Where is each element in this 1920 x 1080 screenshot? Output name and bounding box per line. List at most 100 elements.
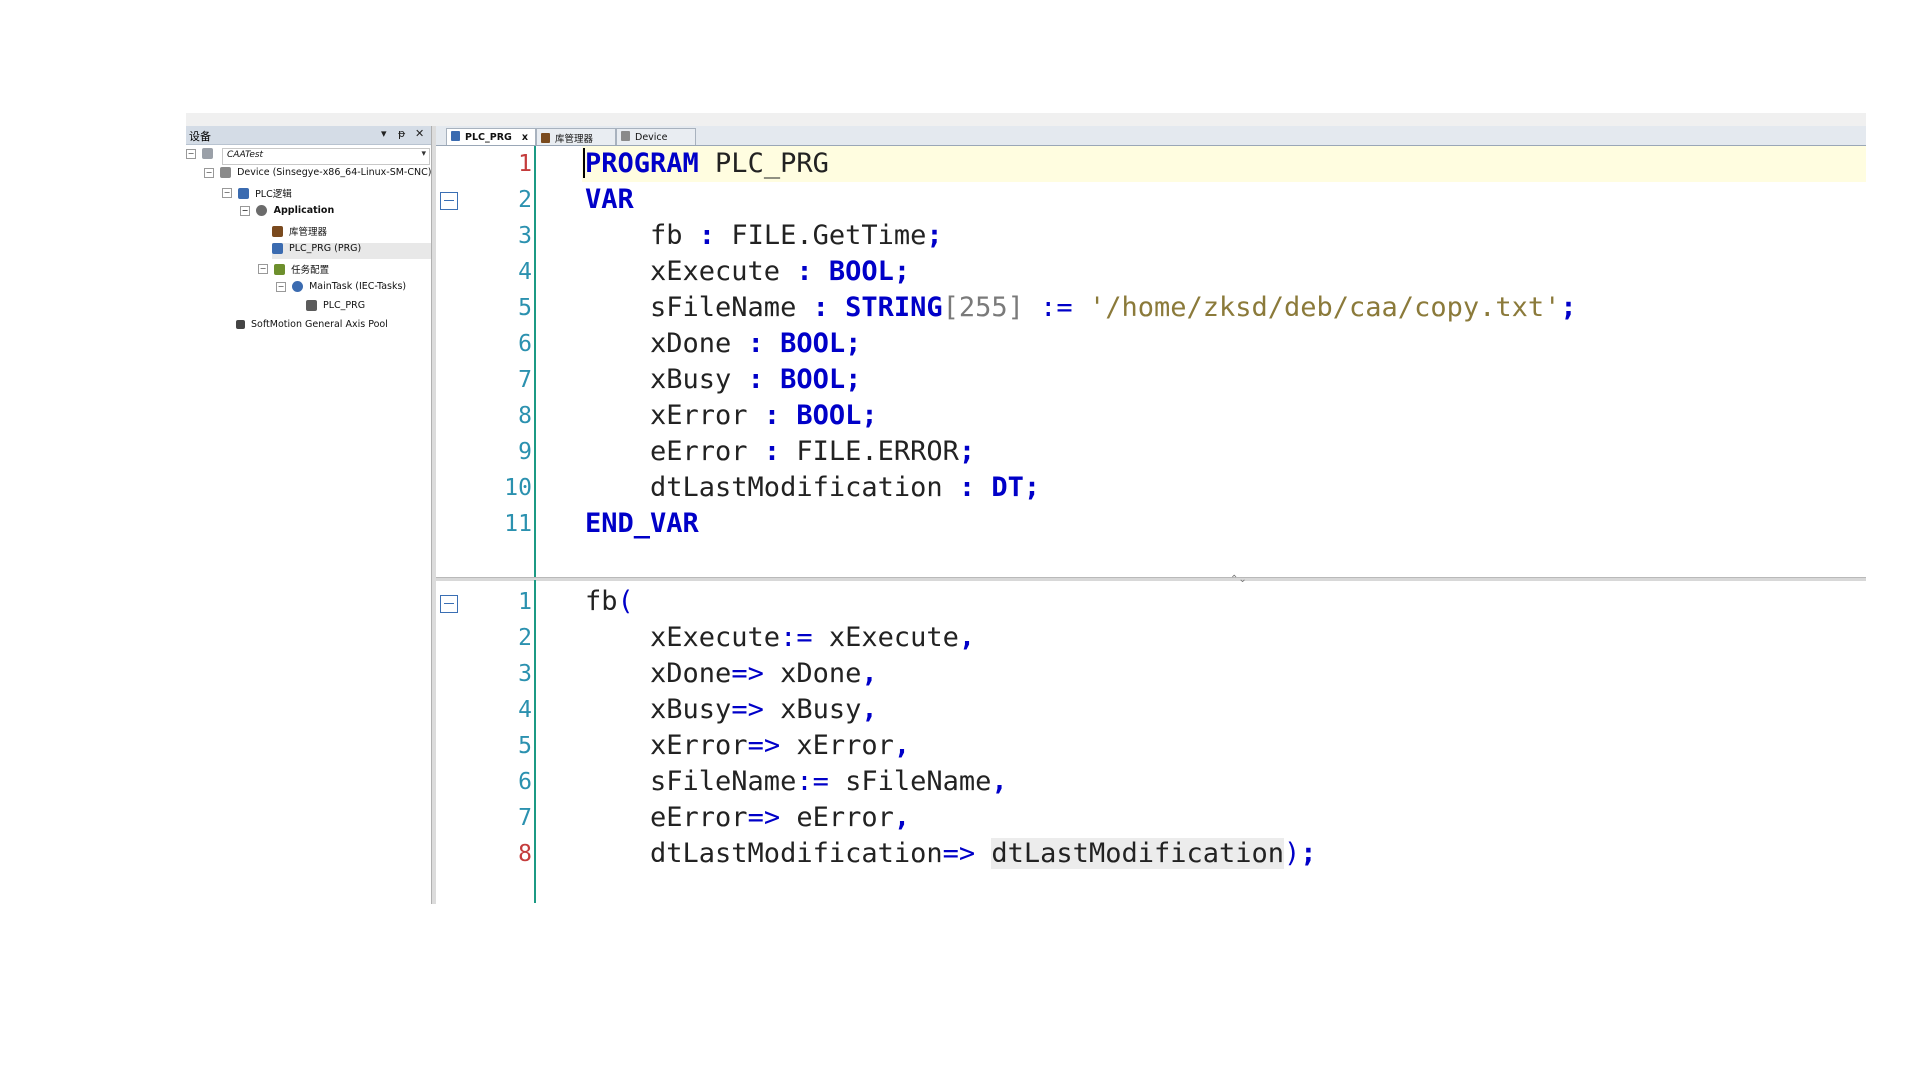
line-number: 7	[518, 805, 532, 831]
identifier: xExecute	[585, 256, 797, 287]
type-keyword: DT	[975, 472, 1024, 503]
plc-logic-icon	[238, 187, 250, 199]
project-dropdown[interactable]: CAATest ▾	[222, 148, 430, 165]
code-line[interactable]: xDone : BOOL;	[585, 326, 861, 362]
code-line[interactable]: xBusy=> xBusy,	[585, 692, 878, 728]
operator: :	[812, 292, 829, 323]
project-icon	[202, 148, 214, 159]
task-config-icon	[274, 263, 286, 275]
code-line[interactable]: xError : BOOL;	[585, 398, 878, 434]
panel-menu-icon[interactable]: ▾	[381, 127, 387, 140]
device-panel-title: 设备	[189, 130, 211, 143]
task-icon	[292, 281, 304, 292]
splitter-grip-icon[interactable]: ⌃⌄	[1230, 574, 1247, 585]
tree-item-task-config[interactable]: − 任务配置	[258, 262, 329, 278]
comma: ,	[893, 802, 911, 833]
identifier: eError	[585, 802, 748, 833]
identifier: xError	[780, 730, 894, 761]
identifier: sFileName	[828, 766, 992, 797]
tree-item-device[interactable]: − Device (Sinsegye-x86_64-Linux-SM-CNC)	[204, 167, 431, 183]
type-keyword: STRING	[828, 292, 943, 323]
code-line[interactable]: PROGRAM PLC_PRG	[585, 146, 829, 182]
operator: :	[747, 328, 764, 359]
collapse-icon[interactable]: −	[186, 148, 196, 159]
semicolon: ;	[1023, 472, 1041, 503]
code-line[interactable]: dtLastModification=> dtLastModification)…	[585, 836, 1317, 872]
code-line[interactable]: VAR	[585, 182, 634, 218]
fold-collapse-icon[interactable]	[440, 595, 458, 613]
line-number: 5	[518, 733, 532, 759]
code-line[interactable]: sFileName : STRING[255] := '/home/zksd/d…	[585, 290, 1577, 326]
panel-close-icon[interactable]: ✕	[415, 127, 424, 140]
code-line[interactable]: END_VAR	[585, 506, 699, 542]
semicolon: ;	[958, 436, 976, 467]
program-icon	[272, 243, 283, 254]
window-top-strip	[186, 113, 1866, 127]
gutter-accent	[534, 580, 536, 903]
panel-splitter[interactable]	[431, 126, 436, 904]
tree-item-library-manager[interactable]: 库管理器	[272, 224, 327, 240]
identifier-highlighted: dtLastModification	[991, 838, 1285, 869]
identifier: fb	[585, 586, 618, 617]
tree-item-label: PLC_PRG	[323, 300, 366, 311]
tree-item-plc-prg[interactable]: PLC_PRG (PRG)	[272, 243, 431, 259]
fold-collapse-icon[interactable]	[440, 192, 458, 210]
operator: =>	[747, 730, 781, 761]
editor-split-divider[interactable]	[436, 577, 1866, 581]
paren: )	[1284, 838, 1301, 869]
operator: :	[698, 220, 716, 251]
tree-item-application[interactable]: − Application	[240, 205, 334, 221]
collapse-icon[interactable]: −	[204, 167, 214, 178]
code-line[interactable]: fb(	[585, 584, 634, 620]
operator: :	[763, 436, 781, 467]
code-line[interactable]: dtLastModification : DT;	[585, 470, 1040, 506]
operator: =>	[942, 838, 976, 869]
tree-item-label: 任务配置	[291, 265, 330, 276]
tree-item-plc-prg-call[interactable]: PLC_PRG	[306, 300, 365, 316]
operator: :=	[780, 622, 813, 653]
tab-label: PLC_PRG	[465, 132, 512, 143]
code-line[interactable]: sFileName:= sFileName,	[585, 764, 1008, 800]
chevron-down-icon[interactable]: ▾	[421, 149, 426, 159]
code-line[interactable]: eError=> eError,	[585, 800, 910, 836]
tree-item-project[interactable]: −	[186, 148, 216, 164]
identifier: dtLastModification	[585, 472, 959, 503]
identifier: PLC_PRG	[698, 148, 829, 179]
identifier: xBusy	[585, 694, 732, 725]
comma: ,	[861, 658, 878, 689]
library-manager-icon	[541, 133, 550, 143]
collapse-icon[interactable]: −	[240, 205, 250, 216]
code-line[interactable]: fb : FILE.GetTime;	[585, 218, 943, 254]
tree-item-maintask[interactable]: − MainTask (IEC-Tasks)	[276, 281, 406, 297]
comma: ,	[991, 766, 1008, 797]
tab-plc-prg[interactable]: PLC_PRG x	[446, 128, 536, 145]
semicolon: ;	[845, 364, 862, 395]
identifier: xBusy	[585, 364, 748, 395]
semicolon: ;	[845, 328, 862, 359]
code-line[interactable]: xBusy : BOOL;	[585, 362, 861, 398]
keyword: END_VAR	[585, 508, 699, 539]
identifier: xDone	[585, 328, 748, 359]
code-line[interactable]: xError=> xError,	[585, 728, 910, 764]
line-number: 8	[518, 841, 532, 867]
tab-library-manager[interactable]: 库管理器	[536, 128, 616, 145]
tree-item-plc-logic[interactable]: − PLC逻辑	[222, 186, 292, 202]
library-manager-icon	[272, 225, 283, 237]
code-line[interactable]: eError : FILE.ERROR;	[585, 434, 975, 470]
project-name: CAATest	[227, 150, 264, 160]
code-line[interactable]: xExecute : BOOL;	[585, 254, 910, 290]
identifier: fb	[585, 220, 699, 251]
semicolon: ;	[861, 400, 878, 431]
collapse-icon[interactable]: −	[276, 281, 286, 292]
collapse-icon[interactable]: −	[258, 264, 268, 274]
tab-device[interactable]: Device	[616, 128, 696, 145]
panel-pin-icon[interactable]: ᵽ	[398, 127, 405, 140]
tree-item-axis-pool[interactable]: SoftMotion General Axis Pool	[236, 319, 388, 335]
code-line[interactable]: xDone=> xDone,	[585, 656, 878, 692]
collapse-icon[interactable]: −	[222, 188, 232, 198]
code-line[interactable]: xExecute:= xExecute,	[585, 620, 975, 656]
comma: ,	[893, 730, 911, 761]
line-number: 2	[518, 187, 532, 213]
operator: :	[747, 364, 764, 395]
close-icon[interactable]: x	[522, 132, 528, 143]
